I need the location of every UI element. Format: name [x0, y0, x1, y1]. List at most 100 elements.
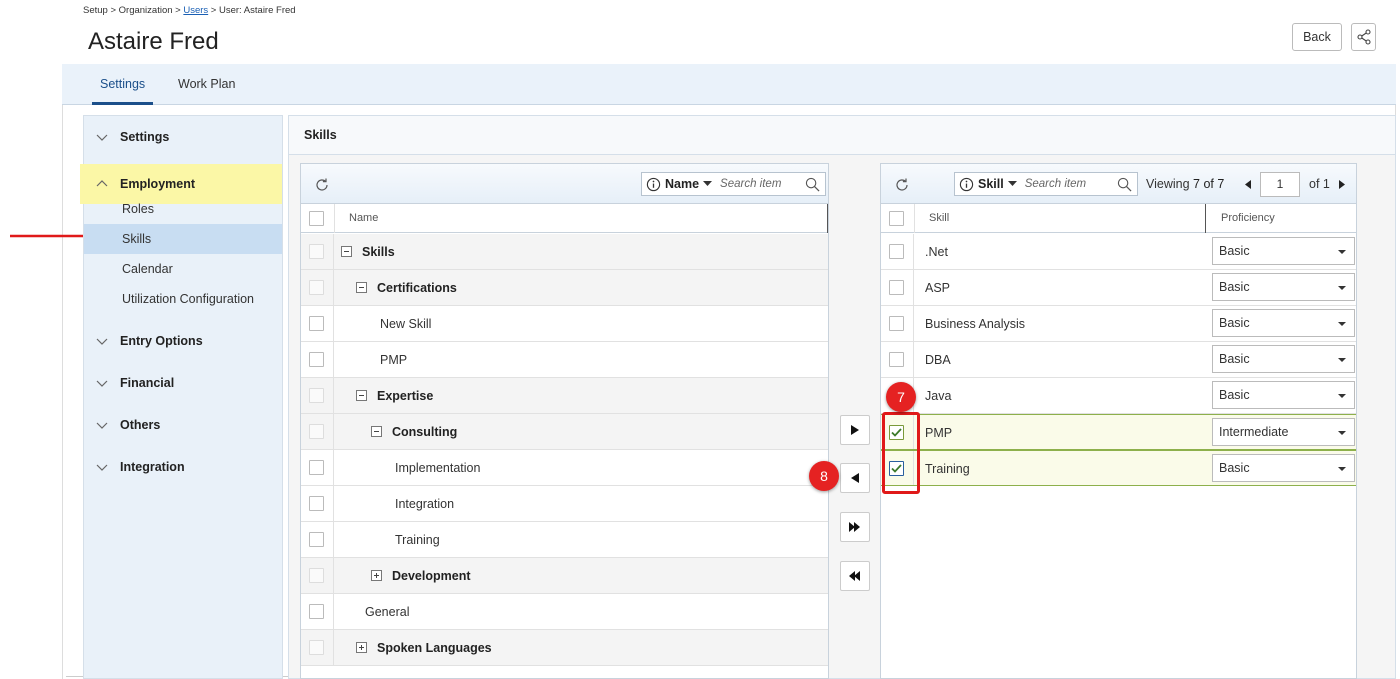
- share-button[interactable]: [1351, 23, 1376, 51]
- checkbox-cell: [301, 558, 334, 593]
- collapse-icon[interactable]: [371, 426, 382, 437]
- sidebar-group-others[interactable]: Others: [84, 405, 282, 445]
- collapse-icon[interactable]: [356, 390, 367, 401]
- search-icon[interactable]: [1117, 177, 1132, 192]
- table-row[interactable]: Java Basic: [881, 378, 1356, 414]
- row-checkbox[interactable]: [309, 460, 324, 475]
- tab-settings[interactable]: Settings: [91, 77, 154, 105]
- sidebar-group-entry-options[interactable]: Entry Options: [84, 321, 282, 361]
- proficiency-select[interactable]: Basic: [1212, 381, 1355, 409]
- search-field-selector[interactable]: Name: [646, 177, 713, 192]
- row-checkbox[interactable]: [889, 316, 904, 331]
- table-row-selected[interactable]: Training Basic: [881, 450, 1356, 486]
- chevron-down-icon: [96, 380, 108, 387]
- checkbox-cell: [301, 522, 334, 557]
- checkbox-cell: [301, 270, 334, 305]
- tree-row-label: Development: [392, 569, 471, 583]
- column-header-name[interactable]: Name: [349, 212, 378, 224]
- page-number-input[interactable]: 1: [1260, 172, 1300, 197]
- tree-row[interactable]: Certifications: [301, 270, 828, 306]
- expand-icon[interactable]: [371, 570, 382, 581]
- tree-row[interactable]: General: [301, 594, 828, 630]
- next-page-icon[interactable]: [1339, 180, 1345, 189]
- sidebar-item-skills[interactable]: Skills: [84, 224, 282, 254]
- search-field-selector[interactable]: Skill: [959, 177, 1017, 192]
- page-total: of 1: [1309, 177, 1330, 191]
- breadcrumb-organization[interactable]: Organization: [119, 5, 173, 16]
- column-header-proficiency[interactable]: Proficiency: [1221, 212, 1275, 224]
- frame-border: [62, 105, 63, 679]
- breadcrumb-setup[interactable]: Setup: [83, 5, 108, 16]
- refresh-icon[interactable]: [894, 177, 910, 193]
- tree-row[interactable]: PMP: [301, 342, 828, 378]
- skill-name: PMP: [925, 426, 953, 440]
- sidebar-group-label: Others: [120, 418, 161, 432]
- row-checkbox[interactable]: [889, 352, 904, 367]
- collapse-icon[interactable]: [341, 246, 352, 257]
- table-row[interactable]: .Net Basic: [881, 234, 1356, 270]
- refresh-icon[interactable]: [314, 177, 330, 193]
- row-checkbox[interactable]: [309, 352, 324, 367]
- column-resize-handle[interactable]: [827, 204, 828, 233]
- row-checkbox[interactable]: [309, 604, 324, 619]
- sidebar-group-label: Settings: [120, 130, 170, 144]
- sidebar-group-settings[interactable]: Settings: [84, 117, 282, 157]
- column-resize-handle[interactable]: [1205, 204, 1206, 233]
- caret-down-icon: [703, 181, 713, 186]
- tree-row[interactable]: New Skill: [301, 306, 828, 342]
- row-checkbox[interactable]: [309, 316, 324, 331]
- back-button[interactable]: Back: [1292, 23, 1342, 51]
- proficiency-select[interactable]: Basic: [1212, 454, 1355, 482]
- table-row-selected[interactable]: PMP Intermediate: [881, 414, 1356, 450]
- move-all-left-button[interactable]: [840, 561, 870, 591]
- row-checkbox[interactable]: [889, 244, 904, 259]
- move-right-button[interactable]: [840, 415, 870, 445]
- row-checkbox[interactable]: [309, 496, 324, 511]
- tree-row[interactable]: Integration: [301, 486, 828, 522]
- tree-row[interactable]: Skills: [301, 234, 828, 270]
- table-row[interactable]: DBA Basic: [881, 342, 1356, 378]
- proficiency-select[interactable]: Intermediate: [1212, 418, 1355, 446]
- skills-panel-title: Skills: [289, 116, 1395, 155]
- row-checkbox[interactable]: [889, 280, 904, 295]
- tree-row[interactable]: Development: [301, 558, 828, 594]
- sidebar-item-calendar[interactable]: Calendar: [84, 254, 282, 284]
- prev-page-icon[interactable]: [1245, 180, 1251, 189]
- checkbox-cell: [881, 306, 914, 341]
- annotation-step-badge: 8: [809, 461, 839, 491]
- tree-row[interactable]: Spoken Languages: [301, 630, 828, 666]
- table-row[interactable]: ASP Basic: [881, 270, 1356, 306]
- proficiency-select[interactable]: Basic: [1212, 345, 1355, 373]
- tree-row-label: Expertise: [377, 389, 434, 403]
- select-all-checkbox[interactable]: [889, 211, 904, 226]
- available-skills-grid: Name Search item Name Skills Certificati…: [300, 163, 829, 679]
- tree-row[interactable]: Training: [301, 522, 828, 558]
- breadcrumb-users-link[interactable]: Users: [183, 5, 208, 16]
- proficiency-select[interactable]: Basic: [1212, 273, 1355, 301]
- select-all-checkbox[interactable]: [309, 211, 324, 226]
- search-input[interactable]: Search item: [720, 178, 781, 190]
- proficiency-select[interactable]: Basic: [1212, 309, 1355, 337]
- checkbox-cell: [301, 342, 334, 377]
- row-checkbox[interactable]: [309, 532, 324, 547]
- tree-row[interactable]: Expertise: [301, 378, 828, 414]
- sidebar-item-roles[interactable]: Roles: [84, 194, 282, 224]
- move-left-button[interactable]: [840, 463, 870, 493]
- tab-work-plan[interactable]: Work Plan: [178, 77, 235, 91]
- sidebar-item-utilization-configuration[interactable]: Utilization Configuration: [84, 284, 282, 314]
- table-row[interactable]: Business Analysis Basic: [881, 306, 1356, 342]
- search-input[interactable]: Search item: [1025, 178, 1086, 190]
- sidebar-group-financial[interactable]: Financial: [84, 363, 282, 403]
- sidebar-group-integration[interactable]: Integration: [84, 447, 282, 487]
- proficiency-select[interactable]: Basic: [1212, 237, 1355, 265]
- search-box: Name Search item: [641, 172, 826, 196]
- checkbox-cell: [881, 234, 914, 269]
- search-icon[interactable]: [805, 177, 820, 192]
- collapse-icon[interactable]: [356, 282, 367, 293]
- column-header-skill[interactable]: Skill: [929, 212, 949, 224]
- tree-row[interactable]: Implementation: [301, 450, 828, 486]
- move-all-right-button[interactable]: [840, 512, 870, 542]
- tree-row-label: Certifications: [377, 281, 457, 295]
- expand-icon[interactable]: [356, 642, 367, 653]
- tree-row[interactable]: Consulting: [301, 414, 828, 450]
